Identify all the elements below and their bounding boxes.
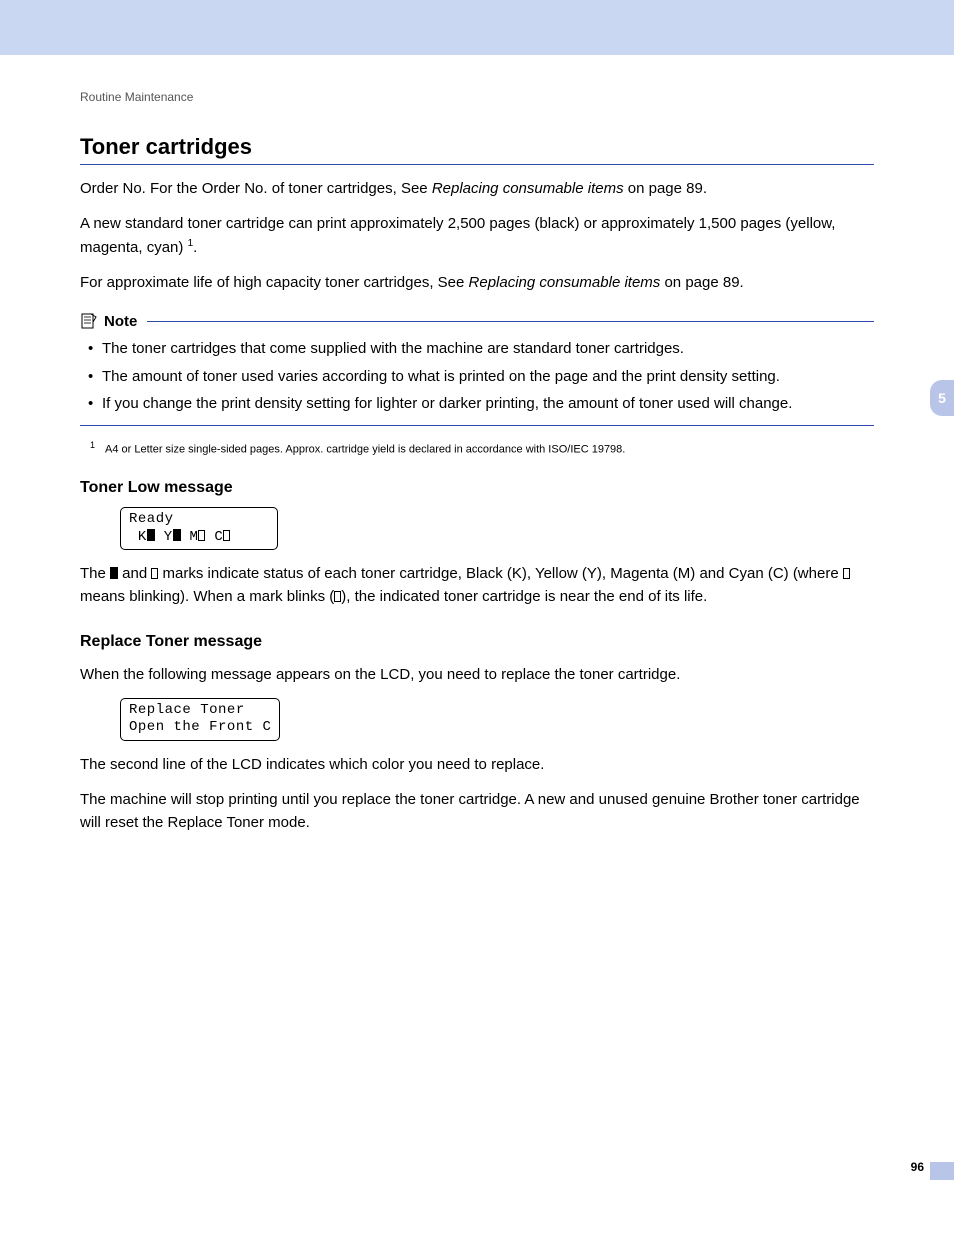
note-label: Note xyxy=(104,313,137,330)
page-number-tab xyxy=(930,1162,954,1180)
mark-solid-icon xyxy=(147,529,155,541)
text: . xyxy=(193,239,197,256)
paragraph-order-no: Order No. For the Order No. of toner car… xyxy=(80,177,874,200)
note-item: The amount of toner used varies accordin… xyxy=(102,364,874,390)
text: on page 89. xyxy=(624,180,707,197)
lcd-line: Ready xyxy=(129,511,269,529)
note-icon xyxy=(80,312,98,330)
paragraph-yield: A new standard toner cartridge can print… xyxy=(80,212,874,259)
footnote-text: A4 or Letter size single-sided pages. Ap… xyxy=(105,443,625,455)
text: The xyxy=(80,565,110,582)
lcd-y: Y xyxy=(164,529,173,545)
note-item: The toner cartridges that come supplied … xyxy=(102,336,874,362)
mark-outline-icon xyxy=(223,530,230,541)
subheading-replace-toner: Replace Toner message xyxy=(80,633,874,651)
lcd-k: K xyxy=(138,529,147,545)
link-replacing-consumables[interactable]: Replacing consumable items xyxy=(469,274,661,291)
note-rule-bottom xyxy=(80,425,874,426)
mark-solid-icon xyxy=(173,529,181,541)
lcd-m: M xyxy=(190,529,199,545)
lcd-line: Replace Toner xyxy=(129,702,271,720)
mark-outline-icon xyxy=(843,568,850,579)
breadcrumb: Routine Maintenance xyxy=(80,90,874,104)
mark-solid-icon xyxy=(110,567,118,579)
subheading-toner-low: Toner Low message xyxy=(80,479,874,497)
paragraph-second-line: The second line of the LCD indicates whi… xyxy=(80,753,874,776)
lcd-c: C xyxy=(214,529,223,545)
mark-outline-icon xyxy=(198,530,205,541)
page-number: 96 xyxy=(911,1160,924,1174)
text: marks indicate status of each toner cart… xyxy=(158,565,842,582)
text: and xyxy=(118,565,151,582)
note-header: Note xyxy=(80,312,874,330)
footnote: 1 A4 or Letter size single-sided pages. A… xyxy=(80,440,874,456)
section-heading: Toner cartridges xyxy=(80,134,874,165)
header-band xyxy=(0,0,954,55)
note-list: The toner cartridges that come supplied … xyxy=(80,336,874,417)
page-content: Routine Maintenance Toner cartridges Ord… xyxy=(0,55,954,835)
lcd-line: K Y M C xyxy=(129,529,269,547)
lcd-display-ready: Ready K Y M C xyxy=(120,507,278,550)
text: ), the indicated toner cartridge is near… xyxy=(341,588,707,605)
footnote-number: 1 xyxy=(90,440,95,450)
paragraph-high-capacity: For approximate life of high capacity to… xyxy=(80,271,874,294)
paragraph-replace-intro: When the following message appears on th… xyxy=(80,663,874,686)
note-item: If you change the print density setting … xyxy=(102,391,874,417)
paragraph-stop-printing: The machine will stop printing until you… xyxy=(80,788,874,835)
text: on page 89. xyxy=(660,274,743,291)
text: means blinking). When a mark blinks ( xyxy=(80,588,334,605)
text: For approximate life of high capacity to… xyxy=(80,274,469,291)
lcd-line: Open the Front C xyxy=(129,719,271,737)
note-rule xyxy=(147,321,874,322)
lcd-display-replace: Replace Toner Open the Front C xyxy=(120,698,280,741)
link-replacing-consumables[interactable]: Replacing consumable items xyxy=(432,180,624,197)
paragraph-marks-explain: The and marks indicate status of each to… xyxy=(80,562,874,609)
text: Order No. For the Order No. of toner car… xyxy=(80,180,432,197)
